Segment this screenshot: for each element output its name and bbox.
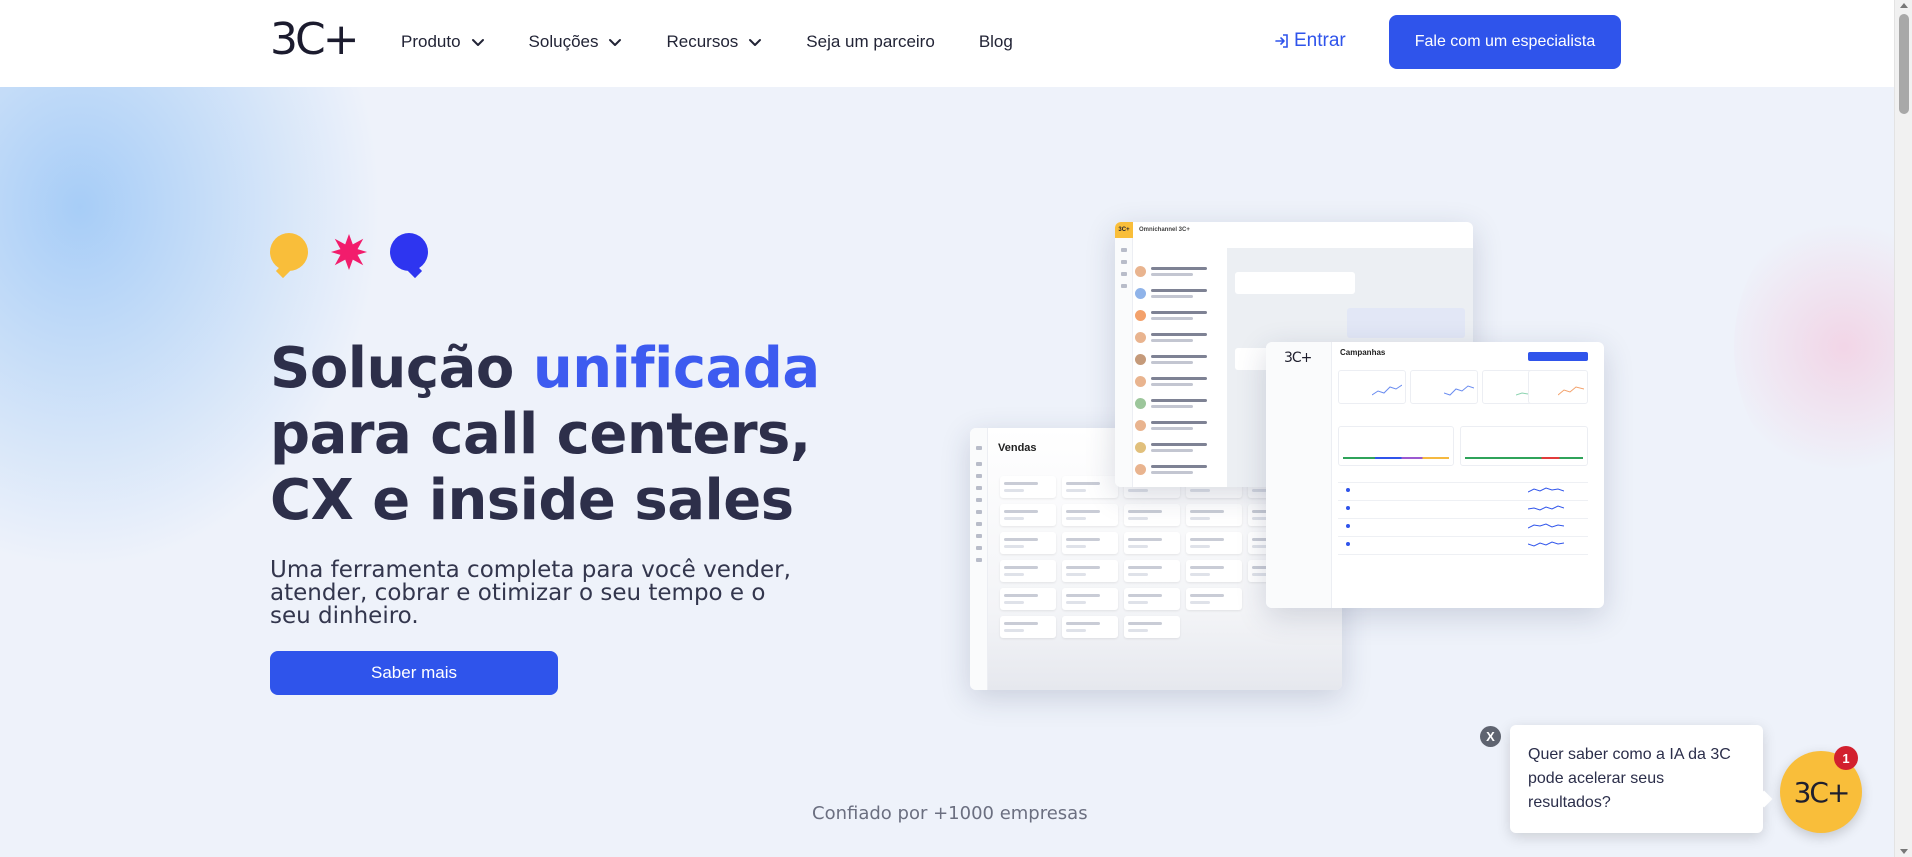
- campaigns-mockup-logo: 3C+: [1284, 350, 1312, 366]
- stat-box: [1410, 370, 1478, 404]
- calls-panel: [1460, 426, 1588, 466]
- agents-panel: [1338, 426, 1454, 466]
- learn-more-button[interactable]: Saber mais: [270, 651, 558, 695]
- scroll-up-arrow-icon[interactable]: [1900, 3, 1908, 8]
- login-label: Entrar: [1294, 30, 1346, 51]
- nav-label: Blog: [978, 32, 1013, 51]
- scroll-down-arrow-icon[interactable]: [1900, 849, 1908, 854]
- channel-icons: [270, 233, 450, 279]
- chat-bubble-blue-icon: [390, 233, 428, 279]
- mockup-sidebar: [1115, 238, 1133, 487]
- chevron-down-icon: [609, 39, 622, 46]
- sales-mockup-title: Vendas: [998, 442, 1037, 454]
- mockup-button: [1528, 352, 1588, 361]
- stat-box: [1528, 370, 1588, 404]
- headline-part1: Solução: [270, 336, 533, 401]
- headline-accent: unificada: [532, 336, 820, 401]
- stat-box: [1338, 370, 1406, 404]
- page-scrollbar[interactable]: [1894, 0, 1912, 857]
- nav-item-produto[interactable]: Produto: [401, 32, 485, 52]
- brand-logo[interactable]: 3C+: [270, 13, 360, 65]
- starburst-pink-icon: [330, 233, 368, 271]
- notification-badge: 1: [1834, 746, 1858, 770]
- kanban-column: [1186, 476, 1242, 686]
- kanban-column: [1000, 476, 1056, 686]
- hero-subline: Uma ferramenta completa para você vender…: [270, 557, 791, 629]
- chat-tooltip-message: Quer saber como a IA da 3C pode acelerar…: [1528, 746, 1731, 811]
- chevron-down-icon: [749, 39, 762, 46]
- login-icon: [1275, 34, 1288, 48]
- nav-item-recursos[interactable]: Recursos: [666, 32, 762, 52]
- login-link[interactable]: Entrar: [1274, 30, 1346, 52]
- trust-text: Confiado por +1000 empresas: [812, 803, 1088, 824]
- talk-to-specialist-button[interactable]: Fale com um especialista: [1389, 15, 1621, 69]
- nav-item-parceiro[interactable]: Seja um parceiro: [806, 32, 935, 52]
- chat-mockup-logo: 3C+: [1115, 222, 1133, 238]
- decorative-glow: [1734, 207, 1894, 487]
- kanban-column: [1124, 476, 1180, 686]
- chat-launcher-logo: 3C+: [1793, 775, 1851, 809]
- kanban-column: [1062, 476, 1118, 686]
- headline-line3: CX e inside sales: [270, 468, 794, 533]
- chevron-down-icon: [471, 39, 484, 46]
- hero-headline: Solução unificada para call centers, CX …: [270, 336, 820, 534]
- chat-bubble-yellow-icon: [270, 233, 308, 279]
- scrollbar-thumb[interactable]: [1899, 14, 1909, 114]
- main-nav: Produto Soluções Recursos Seja um parcei…: [401, 26, 1057, 58]
- nav-label: Produto: [401, 32, 461, 51]
- brand-logo-text: 3C+: [270, 13, 360, 65]
- campaigns-sidebar: [1266, 342, 1332, 608]
- nav-label: Seja um parceiro: [806, 32, 935, 51]
- chat-mockup-title: Omnichannel 3C+: [1139, 227, 1190, 233]
- campaigns-dashboard-mockup: 3C+ Campanhas: [1266, 342, 1604, 608]
- close-icon[interactable]: X: [1480, 726, 1501, 747]
- nav-label: Recursos: [666, 32, 739, 51]
- site-header: 3C+ Produto Soluções Recursos Seja um pa…: [0, 0, 1894, 87]
- mockup-sidebar: [970, 428, 988, 690]
- headline-line2: para call centers,: [270, 402, 811, 467]
- chat-tooltip[interactable]: Quer saber como a IA da 3C pode acelerar…: [1510, 725, 1763, 833]
- nav-item-blog[interactable]: Blog: [979, 32, 1013, 52]
- campaigns-mockup-title: Campanhas: [1340, 348, 1386, 357]
- nav-item-solucoes[interactable]: Soluções: [529, 32, 623, 52]
- nav-label: Soluções: [528, 32, 599, 51]
